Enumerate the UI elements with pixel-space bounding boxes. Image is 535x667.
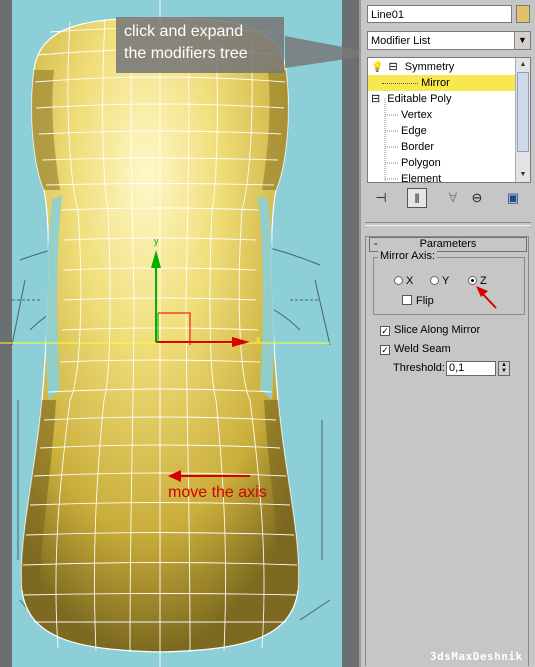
threshold-input[interactable]: 0,1 <box>446 361 496 376</box>
checkbox-label: Weld Seam <box>394 343 451 355</box>
move-axis-label: move the axis <box>168 484 267 501</box>
scroll-down-icon[interactable]: ▼ <box>517 169 529 181</box>
modifier-list-label: Modifier List <box>371 35 431 47</box>
checkbox-label: Slice Along Mirror <box>394 324 481 336</box>
modifier-list-dropdown[interactable]: Modifier List ▼ <box>367 31 531 50</box>
scroll-up-icon[interactable]: ▲ <box>517 59 529 71</box>
stack-item-label: Symmetry <box>404 61 455 73</box>
radio-label: X <box>406 275 414 287</box>
pin-stack-icon[interactable]: ⊣ <box>371 188 391 208</box>
slice-along-mirror-checkbox[interactable]: ✓ Slice Along Mirror <box>380 324 480 336</box>
modifier-stack[interactable]: 💡 ⊟ Symmetry Mirror ⊟ Editable Poly Vert… <box>367 57 531 183</box>
car-model-view <box>0 0 359 667</box>
rollout-title: Parameters <box>419 238 477 250</box>
axis-x-label: x <box>256 334 261 344</box>
radio-label: Y <box>442 275 450 287</box>
viewport[interactable]: click and expand the modifiers tree x y … <box>0 0 359 667</box>
radio-axis-y[interactable]: Y <box>430 275 449 287</box>
mirror-axis-label: Mirror Axis: <box>378 250 437 262</box>
callout-line-1: click and expand <box>124 23 244 40</box>
object-name-field[interactable]: Line01 <box>367 5 512 23</box>
check-icon: ✓ <box>380 326 390 336</box>
stack-tree-lines <box>384 98 398 182</box>
show-end-result-icon[interactable]: ‖ <box>407 188 427 208</box>
check-icon: ✓ <box>380 345 390 355</box>
chevron-down-icon[interactable]: ▼ <box>514 32 530 49</box>
checkbox-box <box>402 295 412 305</box>
flip-checkbox[interactable]: Flip <box>402 295 434 307</box>
callout-expand-modifiers: click and expand the modifiers tree <box>116 17 284 73</box>
stack-toolbar: ⊣ ‖ ∀ ⊖ ▣ <box>367 186 531 212</box>
radio-dot-icon <box>394 276 403 285</box>
radio-axis-x[interactable]: X <box>394 275 413 287</box>
watermark: 3dsMaxDeshnik <box>430 650 523 663</box>
remove-modifier-icon[interactable]: ⊖ <box>467 188 487 208</box>
stack-scrollbar[interactable]: ▲ ▼ <box>515 58 530 182</box>
panel-separator <box>365 222 531 226</box>
weld-seam-checkbox[interactable]: ✓ Weld Seam <box>380 343 451 355</box>
axis-y-label: y <box>154 236 159 246</box>
stack-item-label: Mirror <box>421 77 450 89</box>
threshold-spinner[interactable]: ▲ ▼ <box>498 361 510 376</box>
make-unique-icon[interactable]: ∀ <box>443 188 463 208</box>
mirror-axis-group: Mirror Axis: X Y Z Flip <box>373 250 525 315</box>
scroll-thumb[interactable] <box>517 72 529 152</box>
checkbox-label: Flip <box>416 295 434 307</box>
callout-line-2: the modifiers tree <box>124 45 248 62</box>
object-color-swatch[interactable] <box>516 5 530 23</box>
red-pointer-arrow <box>476 286 497 309</box>
radio-dot-icon <box>430 276 439 285</box>
configure-modifier-sets-icon[interactable]: ▣ <box>503 188 523 208</box>
threshold-label: Threshold: <box>393 362 445 374</box>
